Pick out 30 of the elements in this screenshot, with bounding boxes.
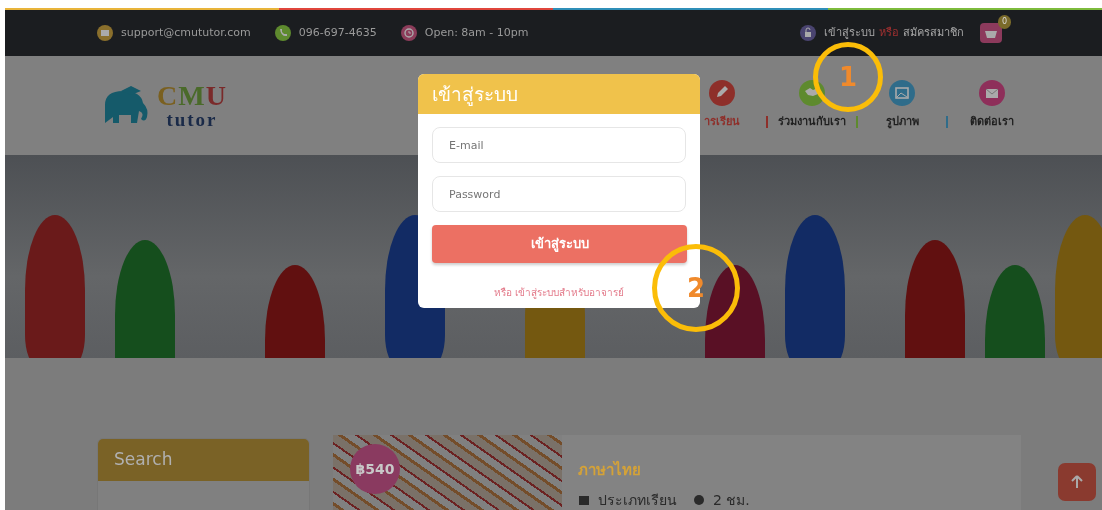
nav-link[interactable]: ติดต่อเรา [970, 114, 1014, 131]
price-badge: ฿540 [350, 444, 400, 494]
register-link[interactable]: สมัครสมาชิก [903, 24, 964, 42]
nav-link[interactable]: ร่วมงานกับเรา [778, 114, 846, 131]
course-title: ภาษาไทย [578, 459, 642, 481]
teacher-login-link[interactable]: หรือ เข้าสู่ระบบสำหรับอาจารย์ [493, 287, 625, 298]
dialog-title: เข้าสู่ระบบ [418, 74, 700, 114]
back-to-top-button[interactable] [1058, 463, 1096, 501]
lock-icon [800, 25, 816, 41]
contact-text: Open: 8am - 10pm [424, 24, 529, 41]
annotation-circle: 1 [813, 42, 883, 112]
email-field[interactable]: E-mail [432, 127, 686, 163]
logo-subtitle: tutor [165, 110, 219, 129]
contact-text: support@cmututor.com [121, 24, 251, 41]
password-field[interactable]: Password [432, 176, 686, 212]
calendar-icon [578, 494, 590, 506]
contact-text: 096-697-4635 [298, 24, 377, 41]
cart-count: 0 [997, 15, 1011, 29]
login-button[interactable]: เข้าสู่ระบบ [432, 225, 687, 263]
logo[interactable]: CMU tutor [97, 82, 227, 129]
logo-title: CMU [157, 82, 227, 110]
course-meta: 2 ชม. [713, 490, 750, 510]
info-icon [693, 494, 705, 506]
cart-button[interactable] [980, 23, 1002, 43]
arrow-up-icon [1071, 475, 1083, 489]
login-link[interactable]: เข้าสู่ระบบ [824, 24, 875, 42]
course-meta: ประเภทเรียน [598, 490, 677, 510]
sidebar-title: Search [98, 439, 309, 481]
or-text: หรือ [879, 24, 899, 41]
nav-link[interactable]: รูปภาพ [885, 114, 919, 131]
